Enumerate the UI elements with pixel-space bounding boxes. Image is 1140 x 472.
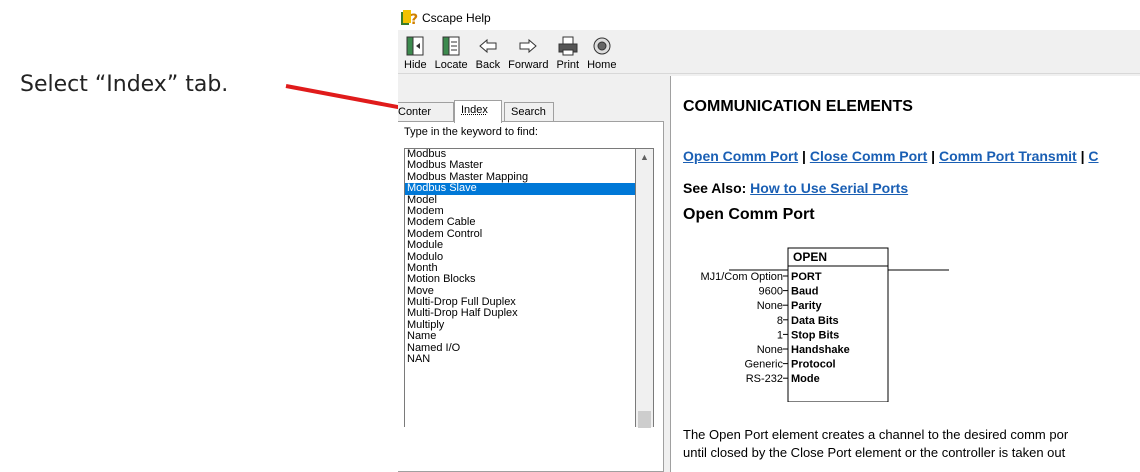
forward-button[interactable]: Forward [504,31,552,73]
block-input-value: 9600 [759,286,783,298]
index-list-item[interactable]: NAN [405,354,635,365]
index-list-item[interactable]: Modem [405,206,635,217]
svg-text:?: ? [410,12,418,27]
block-title: OPEN [793,250,827,264]
index-list-item[interactable]: Multi-Drop Half Duplex [405,308,635,319]
index-list-item[interactable]: Model [405,195,635,206]
block-parameter-name: Protocol [791,359,836,371]
index-list-item[interactable]: Multiply [405,320,635,331]
block-input-value: MJ1/Com Option [700,271,783,283]
help-window: ? Cscape Help Hide Locate Back Forward P… [398,6,1140,472]
index-list-item[interactable]: Motion Blocks [405,274,635,285]
block-parameter-name: Handshake [791,344,850,356]
section-heading: Open Comm Port [683,206,815,223]
title-bar: ? Cscape Help [398,6,1140,30]
toolbar: Hide Locate Back Forward Print Home [398,30,1140,74]
index-keyword-list[interactable]: Modbus Modbus Master Modbus Master Mapping… [404,148,636,427]
topic-content-pane: COMMUNICATION ELEMENTS Open Comm Port | … [670,76,1140,472]
link-close-comm-port[interactable]: Close Comm Port [810,148,927,164]
back-button[interactable]: Back [472,31,504,73]
block-input-value: RS-232 [746,373,783,385]
block-input-value: Generic [744,359,783,371]
topic-heading: COMMUNICATION ELEMENTS [683,98,913,115]
block-parameter-name: PORT [791,271,822,283]
index-list-item[interactable]: Move [405,286,635,297]
navigation-pane: Conter Index Search Type in the keyword … [398,76,666,472]
open-port-block-diagram: OPEN MJ1/Com Option PORT 9600 Baud None Parit… [700,247,949,402]
home-icon [593,37,611,55]
topic-description: The Open Port element creates a channel … [683,427,1069,460]
hide-button[interactable]: Hide [400,31,431,73]
tab-strip: Conter Index Search [398,100,666,123]
index-list-scrollbar[interactable]: ▲ [636,148,654,428]
index-list-item[interactable]: Modbus [405,149,635,160]
printer-icon [558,36,578,56]
index-list-item[interactable]: Multi-Drop Full Duplex [405,297,635,308]
hide-icon [406,36,424,56]
index-list-item[interactable]: Named I/O [405,343,635,354]
block-input-value: 1 [777,329,783,341]
see-also-row: See Also: How to Use Serial Ports [683,180,909,196]
link-comm-port-transmit[interactable]: Comm Port Transmit [939,148,1077,164]
link-truncated[interactable]: C [1088,148,1098,164]
index-list-item[interactable]: Name [405,331,635,342]
window-title: Cscape Help [422,11,491,25]
instruction-annotation: Select “Index” tab. [20,72,229,97]
tab-contents[interactable]: Conter [398,102,454,122]
index-list-item[interactable]: Modulo [405,252,635,263]
block-input-value: None [757,344,783,356]
index-list-item[interactable]: Modem Cable [405,217,635,228]
block-input-value: 8 [777,315,783,327]
block-parameter-name: Stop Bits [791,329,839,341]
link-open-comm-port[interactable]: Open Comm Port [683,148,798,164]
block-input-value: None [757,300,783,312]
locate-icon [442,36,460,56]
index-list-item[interactable]: Modbus Master Mapping [405,172,635,183]
index-list-item[interactable]: Modbus Slave [405,183,635,195]
keyword-label: Type in the keyword to find: [404,126,538,138]
help-question-icon: ? [401,10,418,27]
index-list-item[interactable]: Module [405,240,635,251]
print-button[interactable]: Print [552,31,583,73]
block-parameter-name: Baud [791,286,819,298]
locate-button[interactable]: Locate [431,31,472,73]
home-button[interactable]: Home [583,31,620,73]
block-parameter-name: Data Bits [791,315,839,327]
index-list-item[interactable]: Month [405,263,635,274]
forward-arrow-icon [519,38,538,54]
back-arrow-icon [479,38,497,54]
block-parameter-name: Parity [791,300,822,312]
topic-links-row: Open Comm Port | Close Comm Port | Comm … [683,148,1099,164]
index-list-item[interactable]: Modbus Master [405,160,635,171]
scroll-up-icon[interactable]: ▲ [636,149,653,166]
block-parameter-name: Mode [791,373,820,385]
tab-search[interactable]: Search [504,102,554,122]
scroll-thumb[interactable] [638,411,651,428]
index-list-item[interactable]: Modem Control [405,229,635,240]
tab-index[interactable]: Index [454,100,502,123]
link-how-to-use-serial-ports[interactable]: How to Use Serial Ports [750,180,908,196]
